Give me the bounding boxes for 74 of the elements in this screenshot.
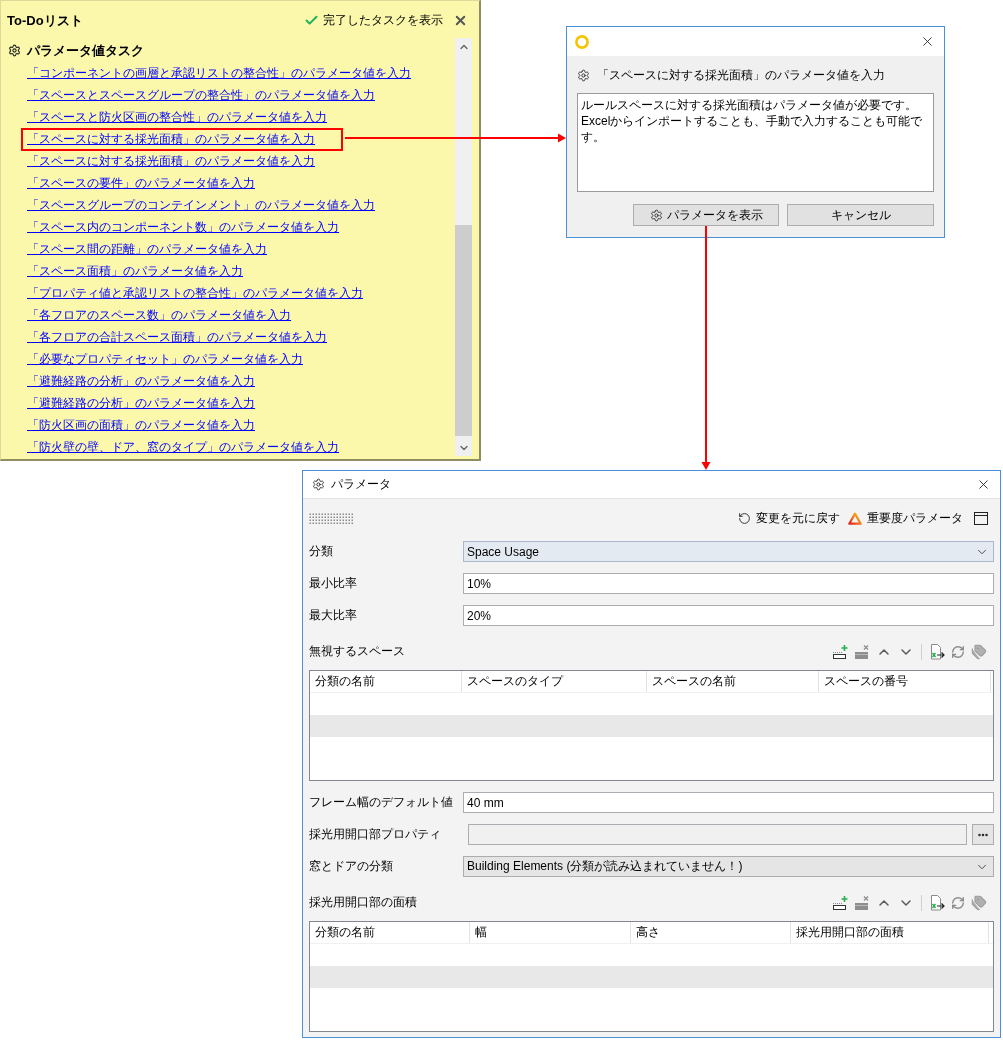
task-link[interactable]: 「スペースと防火区画の整合性」のパラメータ値を入力 (27, 110, 327, 124)
column-header[interactable]: スペースの名前 (647, 671, 819, 692)
browse-button[interactable] (972, 824, 994, 845)
column-header[interactable]: 幅 (470, 922, 631, 943)
scroll-thumb[interactable] (455, 225, 472, 436)
gear-icon (649, 208, 663, 222)
input-field[interactable]: 10% (463, 573, 994, 594)
revert-button[interactable]: 変更を元に戻す (738, 510, 840, 527)
field-label: 最大比率 (309, 607, 358, 624)
show-completed-toggle[interactable]: 完了したタスクを表示 (304, 12, 443, 29)
task-link[interactable]: 「必要なプロパティセット」のパラメータ値を入力 (27, 352, 303, 366)
tag-icon[interactable] (971, 643, 987, 660)
warning-triangle-icon (848, 512, 862, 525)
column-header[interactable]: 分類の名前 (310, 671, 462, 692)
field-label: 採光用開口部プロパティ (309, 826, 442, 843)
refresh-icon[interactable] (951, 895, 965, 910)
export-icon[interactable] (929, 894, 945, 911)
task-link[interactable]: 「スペースに対する採光面積」のパラメータ値を入力 (27, 132, 315, 146)
task-link[interactable]: 「スペース面積」のパラメータ値を入力 (27, 264, 243, 278)
task-link[interactable]: 「防火区画の面積」のパラメータ値を入力 (27, 418, 255, 432)
task-link[interactable]: 「プロパティ値と承認リストの整合性」のパラメータ値を入力 (27, 286, 363, 300)
input-field[interactable]: 20% (463, 605, 994, 626)
task-link[interactable]: 「スペースとスペースグループの整合性」のパラメータ値を入力 (27, 88, 375, 102)
section-label: 無視するスペース (309, 643, 405, 660)
task-link[interactable]: 「スペースに対する採光面積」のパラメータ値を入力 (27, 154, 315, 168)
delete-row-icon[interactable] (854, 894, 870, 911)
gear-icon (312, 478, 325, 491)
window-title: パラメータ (331, 476, 391, 493)
show-parameters-button[interactable]: パラメータを表示 (633, 204, 779, 226)
field-label: 最小比率 (309, 575, 358, 592)
column-header[interactable]: 分類の名前 (310, 922, 470, 943)
field-label: フレーム幅のデフォルト値 (309, 794, 454, 811)
gear-icon (577, 68, 590, 82)
field-label: 窓とドアの分類 (309, 858, 394, 875)
task-link[interactable]: 「避難経路の分析」のパラメータ値を入力 (27, 396, 255, 410)
scrollbar[interactable] (455, 38, 472, 456)
undo-icon (738, 512, 751, 525)
export-icon[interactable] (929, 643, 945, 660)
dialog-heading: 「スペースに対する採光面積」のパラメータ値を入力 (597, 66, 885, 84)
section-title: パラメータ値タスク (27, 41, 144, 60)
task-link[interactable]: 「スペース間の距離」のパラメータ値を入力 (27, 242, 267, 256)
dropdown[interactable]: Building Elements (分類が読み込まれていません！) (463, 856, 994, 877)
section-label: 採光用開口部の面積 (309, 894, 417, 911)
column-header[interactable]: 採光用開口部の面積 (791, 922, 989, 943)
panel-title: To-Doリスト (7, 11, 83, 30)
task-link[interactable]: 「各フロアの合計スペース面積」のパラメータ値を入力 (27, 330, 327, 344)
input-field[interactable]: 40 mm (463, 792, 994, 813)
task-link[interactable]: 「スペースの要件」のパラメータ値を入力 (27, 176, 255, 190)
tag-icon[interactable] (971, 894, 987, 911)
severity-button[interactable]: 重要度パラメータ (848, 510, 963, 527)
field-label: 分類 (309, 543, 334, 560)
task-link[interactable]: 「スペースグループのコンテインメント」のパラメータ値を入力 (27, 198, 375, 212)
task-link[interactable]: 「避難経路の分析」のパラメータ値を入力 (27, 374, 255, 388)
task-link[interactable]: 「防火壁の壁、ドア、窓のタイプ」のパラメータ値を入力 (27, 440, 339, 454)
delete-row-icon[interactable] (854, 643, 870, 660)
close-icon[interactable] (453, 13, 468, 28)
task-link[interactable]: 「コンポーネントの画層と承認リストの整合性」のパラメータ値を入力 (27, 66, 411, 80)
add-row-icon[interactable] (832, 643, 848, 660)
dropdown[interactable]: Space Usage (463, 541, 994, 562)
column-header[interactable]: スペースの番号 (819, 671, 991, 692)
cancel-button[interactable]: キャンセル (787, 204, 934, 226)
grip-icon[interactable] (309, 512, 355, 525)
add-row-icon[interactable] (832, 894, 848, 911)
column-header[interactable]: スペースのタイプ (462, 671, 647, 692)
task-link[interactable]: 「スペース内のコンポーネント数」のパラメータ値を入力 (27, 220, 339, 234)
task-link[interactable]: 「各フロアのスペース数」のパラメータ値を入力 (27, 308, 291, 322)
close-icon[interactable] (920, 34, 935, 49)
window-icon[interactable] (974, 512, 988, 525)
ring-icon (575, 34, 589, 49)
close-icon[interactable] (976, 477, 991, 492)
message-box: ルールスペースに対する採光面積はパラメータ値が必要です。Excelからインポートすることも、手動で入力することも可能です。 (577, 93, 934, 192)
column-header[interactable]: 高さ (631, 922, 791, 943)
gear-icon (8, 44, 21, 57)
refresh-icon[interactable] (951, 644, 965, 659)
